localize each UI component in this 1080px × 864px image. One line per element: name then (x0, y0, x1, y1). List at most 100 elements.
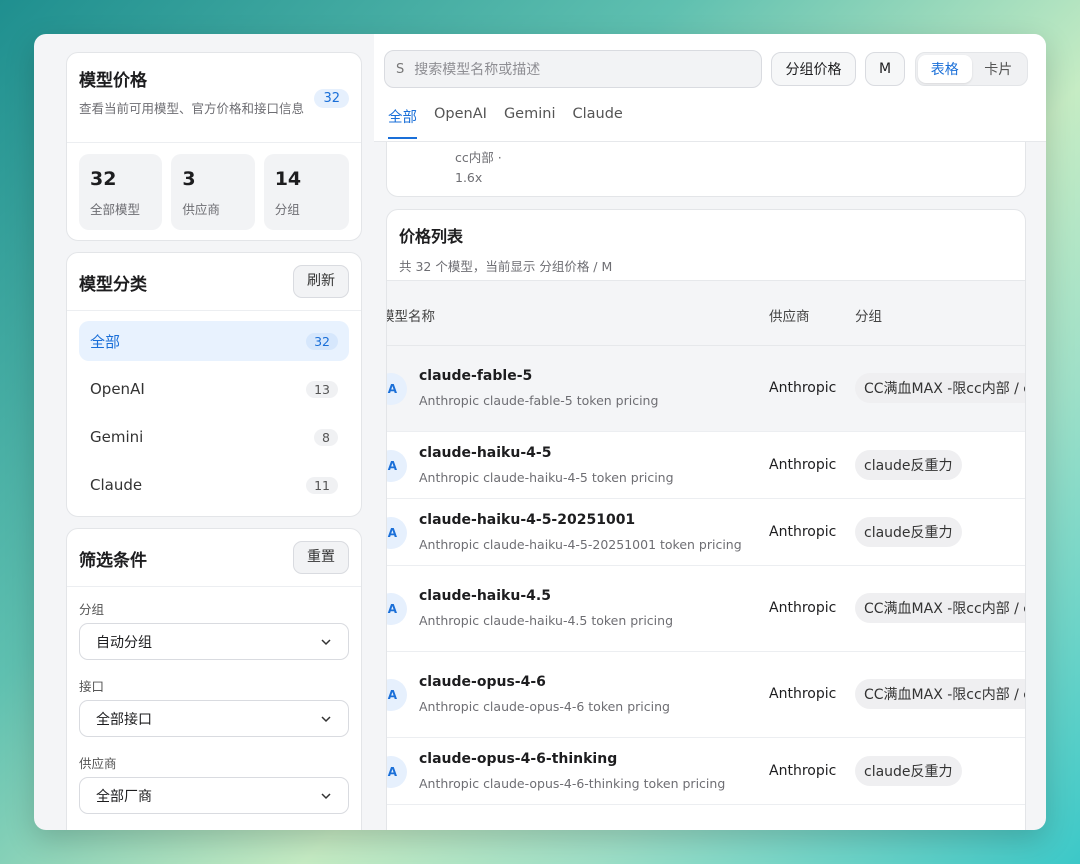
table-row[interactable]: A claude-haiku-4-5-20251001 Anthropic cl… (387, 499, 1025, 566)
category-label: OpenAI (90, 380, 145, 398)
table-row[interactable]: A claude-haiku-4.5 Anthropic claude-haik… (387, 566, 1025, 652)
vendor-filter-label: 供应商 (79, 756, 117, 771)
table-row[interactable]: A claude-opus-4-6-thinking Anthropic cla… (387, 738, 1025, 805)
category-count: 11 (306, 476, 338, 494)
group-tag: claude反重力 (855, 450, 962, 480)
model-desc: Anthropic claude-haiku-4-5 token pricing (419, 470, 674, 485)
vendor-avatar: A (387, 450, 407, 482)
stat-label: 全部模型 (90, 202, 141, 217)
category-item-gemini[interactable]: Gemini 8 (79, 417, 349, 457)
vendor-avatar: A (387, 593, 407, 625)
vendor-avatar: A (387, 679, 407, 711)
vendor-name: Anthropic (769, 457, 837, 473)
model-desc: Anthropic claude-opus-4-6-thinking token… (419, 776, 726, 791)
table-row[interactable]: A claude-fable-5 Anthropic claude-fable-… (387, 346, 1025, 432)
top-toolbar: S 搜索模型名称或描述 分组价格 M 表格 卡片 全部 OpenAI Gemin… (374, 34, 1046, 142)
vendor-name: Anthropic (769, 524, 837, 540)
category-item-claude[interactable]: Claude 11 (79, 465, 349, 505)
group-select[interactable]: 自动分组 (79, 623, 349, 660)
view-card-button[interactable]: 卡片 (972, 55, 1026, 83)
group-tag: CC满血MAX -限cc内部 / c (855, 593, 1025, 623)
tab-gemini[interactable]: Gemini (504, 106, 556, 139)
overview-subtitle: 查看当前可用模型、官方价格和接口信息 (79, 101, 305, 116)
category-label: 全部 (90, 332, 121, 351)
filter-card: 筛选条件 重置 分组 自动分组 接口 全部接口 供应商 全部厂商 (66, 528, 362, 830)
select-value: 自动分组 (96, 634, 152, 651)
model-desc: Anthropic claude-opus-4-6 token pricing (419, 699, 670, 714)
price-list-card: 价格列表 共 32 个模型，当前显示 分组价格 / M 模型名称 供应商 分组 … (386, 209, 1026, 830)
main-scroll-area: cc内部 · 1.6x 价格列表 共 32 个模型，当前显示 分组价格 / M … (374, 142, 1046, 830)
stat-label: 供应商 (182, 202, 220, 217)
group-filter-label: 分组 (79, 602, 105, 617)
prev-card-line: cc内部 · (455, 150, 502, 165)
category-card: 模型分类 刷新 全部 32 OpenAI 13 Gemini 8 Claude (66, 252, 362, 517)
vendor-avatar: A (387, 756, 407, 788)
stat-vendors: 3 供应商 (171, 154, 255, 230)
group-tag: claude反重力 (855, 756, 962, 786)
overview-title: 模型价格 (79, 71, 147, 91)
overview-card: 模型价格 查看当前可用模型、官方价格和接口信息 32 32 全部模型 3 供应商… (66, 52, 362, 241)
select-value: 全部厂商 (96, 788, 152, 805)
stat-value: 14 (274, 168, 302, 190)
stat-label: 分组 (274, 202, 300, 217)
model-desc: Anthropic claude-haiku-4.5 token pricing (419, 613, 673, 628)
vendor-name: Anthropic (769, 686, 837, 702)
stat-value: 3 (182, 168, 196, 190)
category-count: 13 (306, 380, 338, 398)
category-count: 32 (306, 332, 338, 350)
tab-claude[interactable]: Claude (572, 106, 622, 139)
tab-openai[interactable]: OpenAI (434, 106, 487, 139)
group-tag: CC满血MAX -限cc内部 / c (855, 373, 1025, 403)
price-list-subtitle: 共 32 个模型，当前显示 分组价格 / M (399, 259, 613, 274)
vendor-avatar: A (387, 517, 407, 549)
header-vendor[interactable]: 供应商 (769, 305, 810, 325)
group-tag: claude反重力 (855, 517, 962, 547)
model-desc: Anthropic claude-haiku-4-5-20251001 toke… (419, 537, 742, 552)
price-list-title: 价格列表 (399, 227, 464, 246)
endpoint-select[interactable]: 全部接口 (79, 700, 349, 737)
table-row[interactable]: A claude-opus-4-6 Anthropic claude-opus-… (387, 652, 1025, 738)
model-name: claude-opus-4-6 (419, 674, 546, 690)
chevron-down-icon (321, 638, 331, 645)
group-price-button[interactable]: 分组价格 (771, 52, 856, 86)
vendor-name: Anthropic (769, 380, 837, 396)
group-tag: CC满血MAX -限cc内部 / c (855, 679, 1025, 709)
stat-total-models: 32 全部模型 (79, 154, 163, 230)
unit-m-button[interactable]: M (865, 52, 905, 86)
vendor-name: Anthropic (769, 763, 837, 779)
view-toggle: 表格 卡片 (915, 52, 1028, 86)
search-input[interactable]: S 搜索模型名称或描述 (384, 50, 762, 88)
stat-groups: 14 分组 (263, 154, 349, 230)
model-name: claude-haiku-4-5-20251001 (419, 512, 636, 528)
tab-all[interactable]: 全部 (388, 106, 417, 139)
search-placeholder: 搜索模型名称或描述 (414, 62, 541, 78)
prev-card-line: 1.6x (455, 170, 483, 185)
model-name: claude-fable-5 (419, 368, 533, 384)
table-row[interactable]: A claude-haiku-4-5 Anthropic claude-haik… (387, 432, 1025, 499)
refresh-button[interactable]: 刷新 (293, 265, 349, 298)
stat-value: 32 (90, 168, 117, 190)
main-panel: cc内部 · 1.6x 价格列表 共 32 个模型，当前显示 分组价格 / M … (374, 34, 1046, 830)
header-group[interactable]: 分组 (855, 305, 882, 325)
endpoint-filter-label: 接口 (79, 679, 105, 694)
category-label: Gemini (90, 428, 144, 446)
category-count: 8 (314, 428, 338, 446)
app-window: 模型价格 查看当前可用模型、官方价格和接口信息 32 32 全部模型 3 供应商… (34, 34, 1046, 830)
chevron-down-icon (321, 715, 331, 722)
vendor-name: Anthropic (769, 600, 837, 616)
vendor-avatar: A (387, 373, 407, 405)
model-desc: Anthropic claude-fable-5 token pricing (419, 393, 659, 408)
reset-button[interactable]: 重置 (293, 541, 349, 574)
category-item-openai[interactable]: OpenAI 13 (79, 369, 349, 409)
sidebar: 模型价格 查看当前可用模型、官方价格和接口信息 32 32 全部模型 3 供应商… (56, 42, 364, 830)
vendor-select[interactable]: 全部厂商 (79, 777, 349, 814)
header-model-name[interactable]: 模型名称 (387, 305, 435, 325)
model-name: claude-haiku-4-5 (419, 445, 552, 461)
search-shortcut-icon: S (396, 61, 405, 77)
category-label: Claude (90, 476, 143, 494)
model-count-badge: 32 (314, 89, 349, 108)
select-value: 全部接口 (96, 711, 152, 728)
category-item-all[interactable]: 全部 32 (79, 321, 349, 361)
model-name: claude-haiku-4.5 (419, 588, 551, 604)
view-table-button[interactable]: 表格 (918, 55, 972, 83)
